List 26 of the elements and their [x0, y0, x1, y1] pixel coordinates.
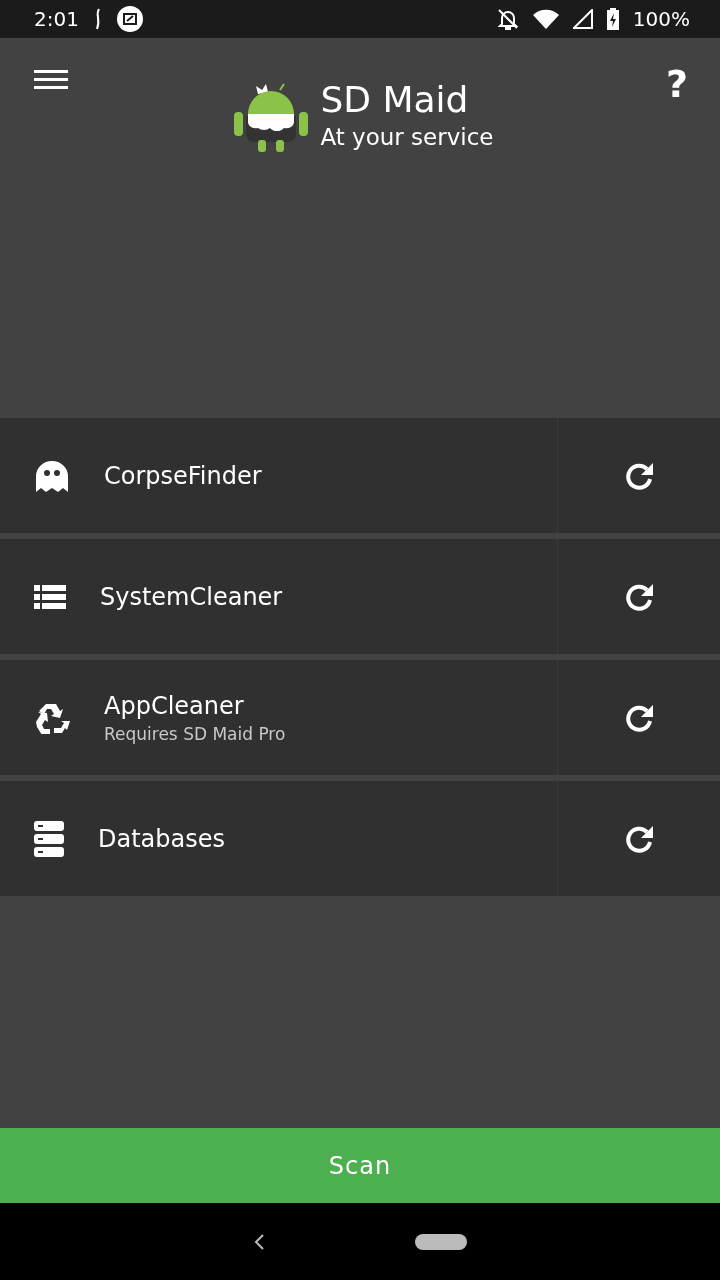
help-button[interactable]: ?: [657, 62, 696, 106]
module-name: SystemCleaner: [100, 582, 283, 611]
module-row[interactable]: SystemCleaner: [0, 539, 720, 654]
app-subtitle: At your service: [320, 123, 494, 152]
home-pill-icon[interactable]: [415, 1233, 467, 1250]
module-name: AppCleaner: [104, 691, 245, 720]
signal-icon: [572, 9, 593, 29]
ghost-icon: [34, 459, 70, 492]
wifi-icon: [532, 9, 559, 29]
module-name: Databases: [98, 824, 226, 853]
module-row[interactable]: CorpseFinder: [0, 418, 720, 533]
mute-icon: [496, 8, 519, 30]
recycle-icon: [34, 701, 70, 734]
screenshot-icon: [116, 6, 143, 32]
battery-percentage: 100%: [632, 7, 690, 31]
back-icon[interactable]: [253, 1232, 265, 1251]
app-title: SD Maid: [320, 78, 470, 122]
clock: 2:01: [34, 7, 79, 31]
list-icon: [34, 584, 66, 609]
database-icon: [34, 820, 64, 857]
module-subtitle: Requires SD Maid Pro: [104, 723, 286, 744]
module-name: CorpseFinder: [104, 461, 262, 490]
module-row[interactable]: Databases: [0, 781, 720, 896]
module-row[interactable]: AppCleaner Requires SD Maid Pro: [0, 660, 720, 775]
menu-icon[interactable]: [34, 70, 68, 90]
battery-icon: [606, 8, 619, 30]
